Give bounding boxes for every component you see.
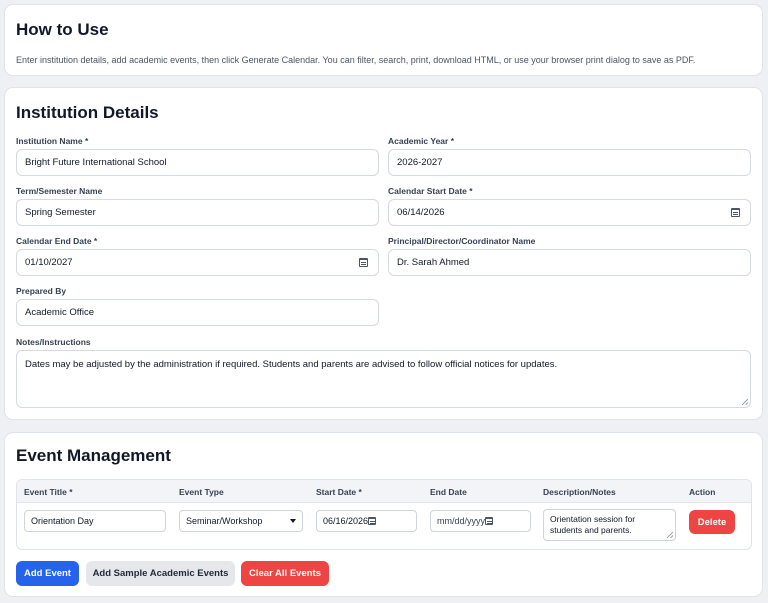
event-start-value: 06/16/2026 — [323, 516, 369, 526]
institution-name-input[interactable]: Bright Future International School — [16, 149, 379, 176]
principal-value: Dr. Sarah Ahmed — [397, 257, 470, 268]
prepared-by-value: Academic Office — [25, 307, 94, 318]
add-event-button[interactable]: Add Event — [16, 561, 79, 586]
principal-label: Principal/Director/Coordinator Name — [388, 236, 536, 246]
resize-grip-icon[interactable] — [667, 532, 673, 538]
calendar-start-input[interactable]: 06/14/2026 — [388, 199, 751, 226]
add-sample-events-button[interactable]: Add Sample Academic Events — [86, 561, 235, 586]
events-title: Event Management — [16, 446, 171, 465]
prepared-by-label: Prepared By — [16, 286, 67, 296]
academic-year-value: 2026-2027 — [397, 157, 443, 168]
event-description-value: Orientation session for students and par… — [550, 514, 636, 536]
principal-input[interactable]: Dr. Sarah Ahmed — [388, 249, 751, 276]
chevron-down-icon — [290, 519, 296, 523]
calendar-start-label: Calendar Start Date * — [388, 186, 473, 196]
column-header-description: Description/Notes — [543, 487, 616, 497]
notes-textarea[interactable]: Dates may be adjusted by the administrat… — [16, 350, 751, 408]
calendar-icon[interactable] — [485, 517, 494, 525]
event-title-input[interactable]: Orientation Day — [24, 510, 166, 532]
academic-year-input[interactable]: 2026-2027 — [388, 149, 751, 176]
calendar-end-label: Calendar End Date * — [16, 236, 98, 246]
institution-name-label: Institution Name * — [16, 136, 89, 146]
event-end-input[interactable]: mm/dd/yyyy — [430, 510, 531, 532]
academic-year-label: Academic Year * — [388, 136, 454, 146]
event-start-input[interactable]: 06/16/2026 — [316, 510, 417, 532]
column-header-action: Action — [689, 487, 716, 497]
calendar-icon[interactable] — [368, 517, 377, 525]
calendar-icon[interactable] — [731, 208, 740, 217]
prepared-by-input[interactable]: Academic Office — [16, 299, 379, 326]
notes-label: Notes/Instructions — [16, 337, 91, 347]
events-table: Event Title * Event Type Start Date * En… — [16, 479, 752, 550]
event-description-textarea[interactable]: Orientation session for students and par… — [543, 509, 676, 541]
event-type-select[interactable]: Seminar/Workshop — [179, 510, 303, 532]
how-to-card: How to Use Enter institution details, ad… — [4, 4, 763, 76]
calendar-icon[interactable] — [359, 258, 368, 267]
events-card: Event Management Event Title * Event Typ… — [4, 432, 763, 597]
institution-name-value: Bright Future International School — [25, 157, 167, 168]
column-header-type: Event Type — [179, 487, 224, 497]
term-input[interactable]: Spring Semester — [16, 199, 379, 226]
event-type-value: Seminar/Workshop — [186, 516, 263, 526]
notes-value: Dates may be adjusted by the administrat… — [25, 359, 558, 370]
term-label: Term/Semester Name — [16, 186, 103, 196]
column-header-start: Start Date * — [316, 487, 362, 497]
institution-title: Institution Details — [16, 103, 159, 122]
event-end-placeholder: mm/dd/yyyy — [437, 516, 486, 526]
how-to-text: Enter institution details, add academic … — [16, 55, 696, 65]
how-to-title: How to Use — [16, 20, 109, 39]
institution-card: Institution Details Institution Name * B… — [4, 87, 763, 420]
column-header-title: Event Title * — [24, 487, 73, 497]
event-title-value: Orientation Day — [31, 516, 94, 526]
resize-grip-icon[interactable] — [742, 399, 748, 405]
term-value: Spring Semester — [25, 207, 96, 218]
calendar-start-value: 06/14/2026 — [397, 207, 445, 218]
delete-event-button[interactable]: Delete — [689, 510, 735, 534]
calendar-end-value: 01/10/2027 — [25, 257, 73, 268]
events-table-header: Event Title * Event Type Start Date * En… — [17, 480, 751, 503]
calendar-end-input[interactable]: 01/10/2027 — [16, 249, 379, 276]
clear-all-events-button[interactable]: Clear All Events — [241, 561, 329, 586]
column-header-end: End Date — [430, 487, 467, 497]
